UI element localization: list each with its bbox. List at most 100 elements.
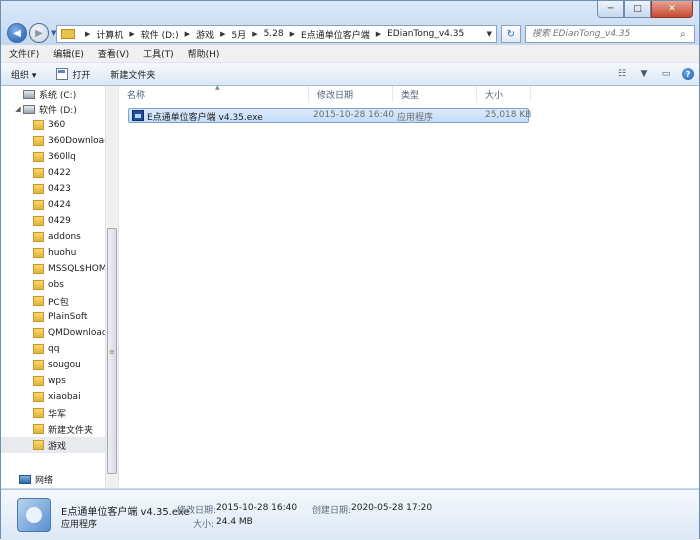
- nav-scrollbar[interactable]: ≡: [105, 86, 118, 488]
- chevron-right-icon[interactable]: ▶: [85, 30, 90, 38]
- maximize-button[interactable]: □: [624, 1, 651, 18]
- menu-view[interactable]: 查看(V): [90, 47, 135, 60]
- chevron-right-icon[interactable]: ▶: [376, 30, 381, 38]
- preview-pane-icon[interactable]: ▭: [657, 66, 675, 82]
- title-bar: ─ □ ✕ ◀ ▶ ▼ ▶ 计算机 ▶ 软件 (D:) ▶ 游戏 ▶ 5月 ▶ …: [1, 1, 699, 45]
- forward-button[interactable]: ▶: [29, 23, 49, 43]
- tree-label: sougou: [48, 360, 81, 370]
- tree-label: huohu: [48, 248, 77, 258]
- back-button[interactable]: ◀: [7, 23, 27, 43]
- new-folder-button[interactable]: 新建文件夹: [100, 68, 165, 81]
- organize-label: 组织 ▾: [11, 70, 37, 81]
- forward-arrow-icon: ▶: [35, 27, 43, 39]
- refresh-button[interactable]: ↻: [501, 25, 521, 43]
- column-header-type[interactable]: 类型: [393, 86, 477, 102]
- details-created-value: 2020-05-28 17:20: [351, 503, 433, 513]
- search-icon[interactable]: ⌕: [680, 29, 694, 40]
- folder-icon: [33, 408, 44, 418]
- chevron-right-icon[interactable]: ▶: [129, 30, 134, 38]
- menu-tools[interactable]: 工具(T): [135, 47, 180, 60]
- navigation-pane: 系统 (C:) ◢ 软件 (D:) 360 360Download 360llq…: [1, 86, 137, 488]
- refresh-icon: ↻: [506, 28, 516, 40]
- change-view-icon[interactable]: ☷: [613, 66, 631, 82]
- table-row[interactable]: E点通单位客户端 v4.35.exe 2015-10-28 16:40 应用程序…: [128, 108, 532, 123]
- explorer-window: ─ □ ✕ ◀ ▶ ▼ ▶ 计算机 ▶ 软件 (D:) ▶ 游戏 ▶ 5月 ▶ …: [0, 0, 700, 540]
- tree-label: qq: [48, 344, 60, 354]
- menu-file[interactable]: 文件(F): [1, 47, 45, 60]
- header-label: 名称: [127, 90, 146, 101]
- sort-up-icon: ▲: [215, 84, 220, 91]
- menu-edit[interactable]: 编辑(E): [45, 47, 90, 60]
- tree-label: QMDownload: [48, 328, 108, 338]
- folder-icon: [33, 168, 44, 178]
- organize-button[interactable]: 组织 ▾: [1, 68, 46, 81]
- open-button[interactable]: 打开: [46, 68, 100, 81]
- tree-label: 网络: [35, 475, 54, 486]
- caption-buttons: ─ □ ✕: [597, 1, 693, 18]
- folder-icon: [33, 392, 44, 402]
- tree-label: 游戏: [48, 441, 67, 452]
- folder-icon: [33, 344, 44, 354]
- folder-icon: [33, 360, 44, 370]
- details-size-label: 大小:: [193, 520, 215, 530]
- breadcrumb-drive-d[interactable]: 软件 (D:): [141, 28, 179, 41]
- folder-icon: [61, 29, 75, 39]
- drive-icon: [23, 104, 35, 114]
- tree-label: PlainSoft: [48, 312, 88, 322]
- help-button[interactable]: ?: [679, 66, 697, 82]
- folder-icon: [33, 200, 44, 210]
- view-controls: ☷ ▼ ▭ ?: [611, 66, 699, 82]
- address-dropdown-icon[interactable]: ▼: [487, 30, 492, 38]
- search-box: ⌕: [525, 25, 695, 43]
- folder-icon: [33, 184, 44, 194]
- file-modified: 2015-10-28 16:40: [313, 110, 395, 120]
- network-icon: [19, 474, 31, 484]
- breadcrumb-games[interactable]: 游戏: [196, 28, 214, 41]
- view-dropdown-icon[interactable]: ▼: [635, 66, 653, 82]
- folder-icon: [33, 120, 44, 130]
- scroll-grip-icon: ≡: [109, 348, 115, 356]
- address-bar[interactable]: ▶ 计算机 ▶ 软件 (D:) ▶ 游戏 ▶ 5月 ▶ 5.28 ▶ E点通单位…: [56, 25, 497, 43]
- file-size: 25,018 KB: [485, 110, 532, 120]
- tree-drive-d[interactable]: ◢ 软件 (D:): [1, 101, 105, 117]
- breadcrumb-528[interactable]: 5.28: [264, 29, 284, 39]
- breadcrumb-may[interactable]: 5月: [231, 28, 246, 41]
- details-modified-label: 修改日期:: [177, 506, 217, 516]
- tree-label: 360llq: [48, 152, 76, 162]
- chevron-right-icon[interactable]: ▶: [220, 30, 225, 38]
- folder-icon: [33, 248, 44, 258]
- back-arrow-icon: ◀: [13, 27, 21, 39]
- tree-label: PC包: [48, 297, 69, 308]
- breadcrumb-current[interactable]: EDianTong_v4.35: [387, 29, 464, 39]
- search-input[interactable]: [526, 28, 680, 40]
- file-type: 应用程序: [397, 113, 434, 123]
- column-header-size[interactable]: 大小: [477, 86, 531, 102]
- close-button[interactable]: ✕: [651, 1, 693, 18]
- collapse-arrow-icon[interactable]: ◢: [13, 105, 23, 113]
- details-filename: E点通单位客户端 v4.35.exe: [61, 507, 190, 518]
- tree-label: 0423: [48, 184, 71, 194]
- folder-icon: [33, 216, 44, 226]
- command-bar: 组织 ▾ 打开 新建文件夹 ☷ ▼ ▭ ?: [1, 63, 699, 86]
- folder-icon: [33, 424, 44, 434]
- column-header-modified[interactable]: 修改日期: [309, 86, 393, 102]
- tree-label: 360Download: [48, 136, 110, 146]
- breadcrumb-client[interactable]: E点通单位客户端: [301, 28, 370, 41]
- chevron-right-icon[interactable]: ▶: [252, 30, 257, 38]
- tree-label: 0429: [48, 216, 71, 226]
- help-icon: ?: [682, 68, 694, 80]
- tree-label: 新建文件夹: [48, 425, 94, 436]
- tree-label: 软件 (D:): [39, 105, 77, 116]
- tree-label: 360: [48, 120, 66, 130]
- breadcrumb-computer[interactable]: 计算机: [96, 28, 123, 41]
- folder-icon: [33, 328, 44, 338]
- column-header-name[interactable]: 名称 ▲: [119, 84, 309, 102]
- details-pane: E点通单位客户端 v4.35.exe 应用程序 修改日期: 2015-10-28…: [1, 489, 699, 540]
- tree-label: 0422: [48, 168, 71, 178]
- chevron-right-icon[interactable]: ▶: [290, 30, 295, 38]
- tree-label: MSSQL$HOM: [48, 264, 107, 274]
- minimize-button[interactable]: ─: [597, 1, 624, 18]
- menu-help[interactable]: 帮助(H): [180, 47, 226, 60]
- tree-drive-c[interactable]: 系统 (C:): [1, 86, 105, 102]
- chevron-right-icon[interactable]: ▶: [185, 30, 190, 38]
